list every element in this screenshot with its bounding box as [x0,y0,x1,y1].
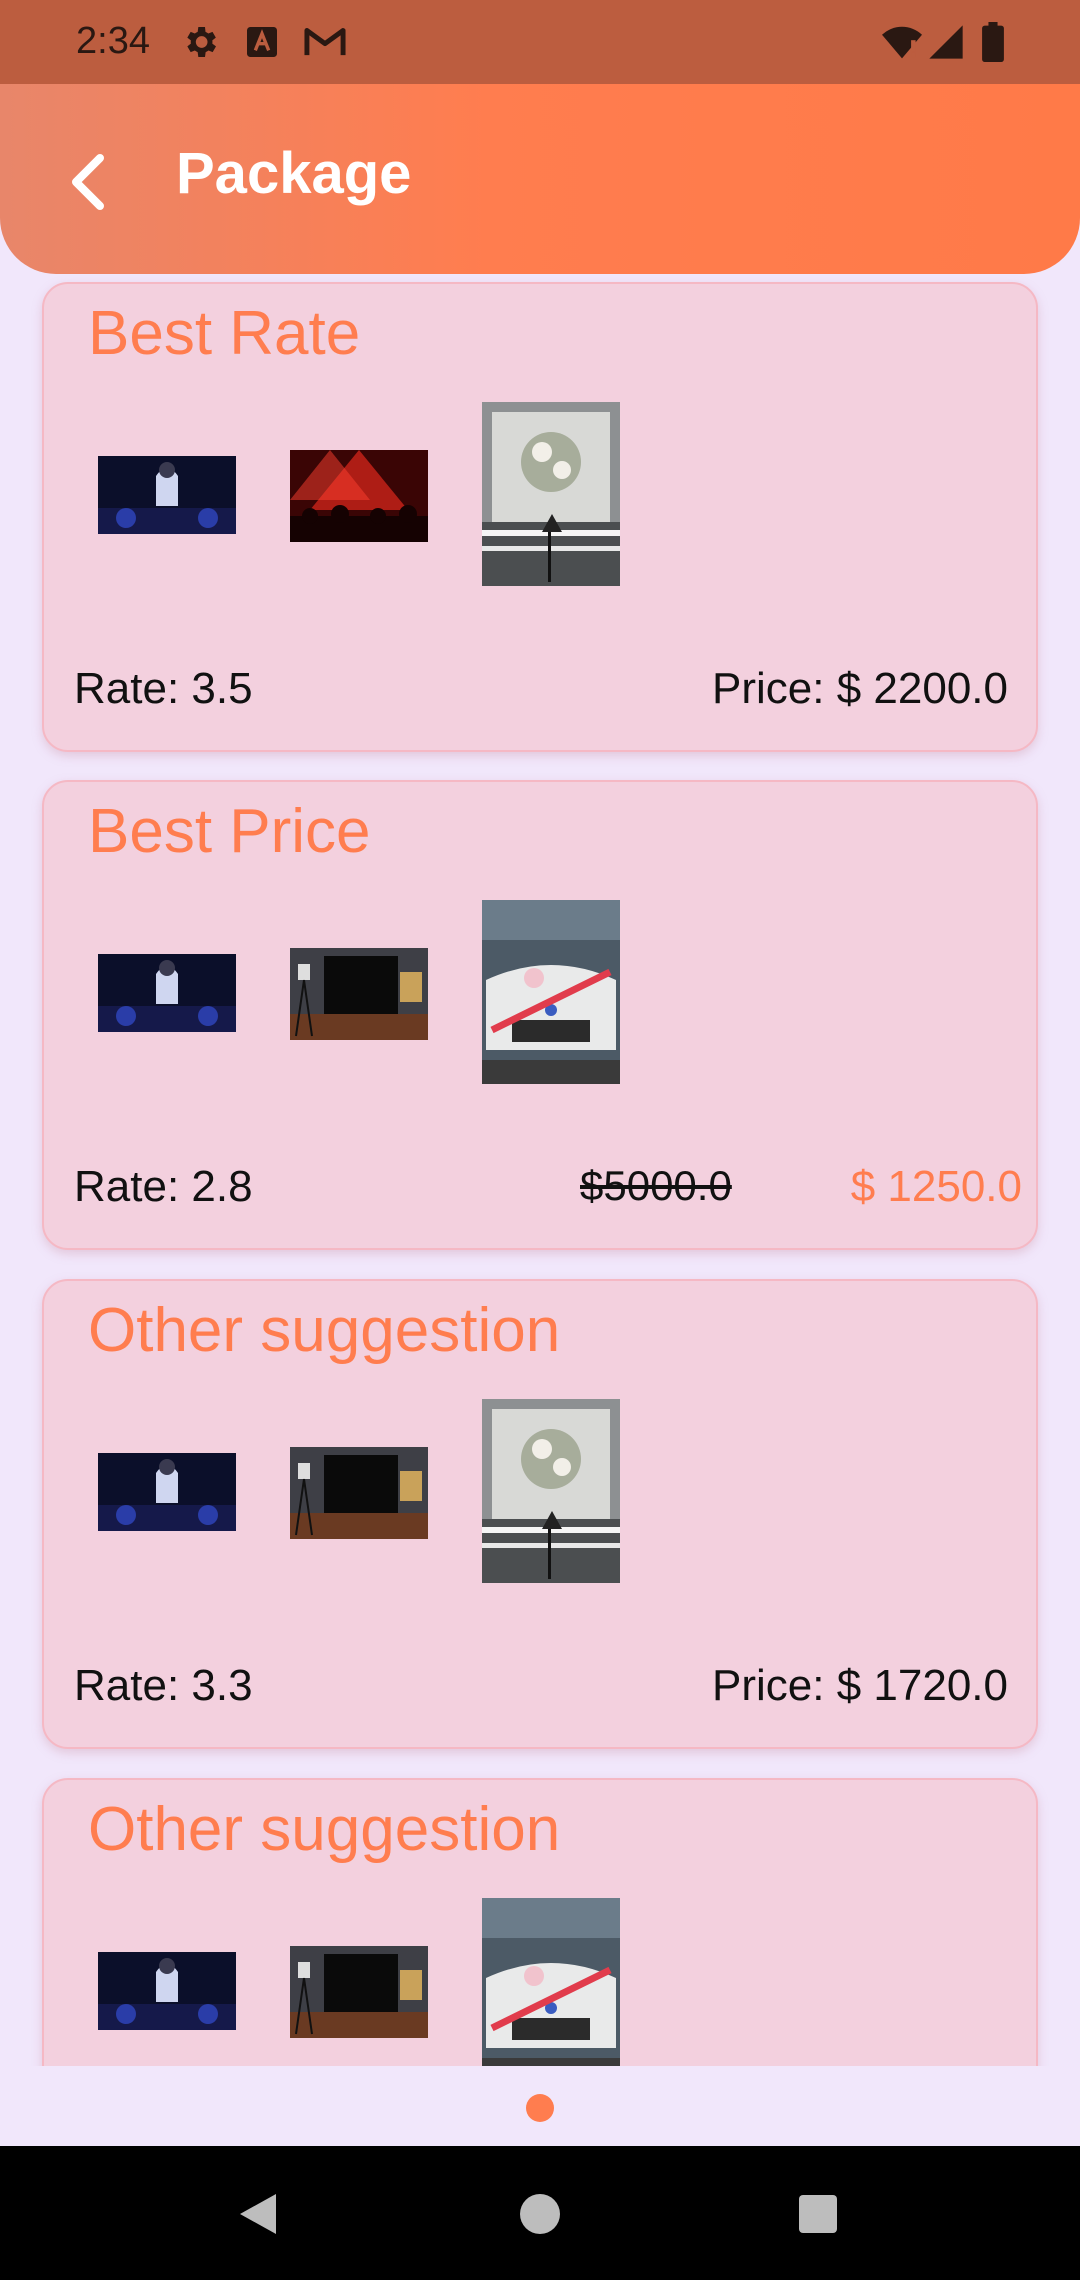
signal-icon [926,22,966,62]
card-price: Price: $ 1720.0 [712,1661,1008,1710]
nav-back-button[interactable] [228,2186,288,2246]
dj-image[interactable] [98,1952,236,2030]
card-rate: Rate: 3.3 [74,1661,253,1710]
discounted-price: $ 1250.0 [850,1162,1022,1211]
dj-image[interactable] [98,456,236,534]
card-title: Best Rate [88,299,361,368]
triangle-back-icon [236,2190,280,2243]
package-card[interactable]: Best Rate Rate: 3.5 Price: $ 2200.0 [42,282,1038,752]
chevron-left-icon [66,152,110,217]
studio-image[interactable] [290,1447,428,1539]
nav-recents-button[interactable] [788,2186,848,2246]
wedding-decor-image[interactable] [482,1399,620,1583]
package-card[interactable]: Best Price Rate: 2.8 $5000.0 $ 1250.0 [42,780,1038,1250]
package-list[interactable]: Best Rate Rate: 3.5 Price: $ 2200.0 Best… [0,274,1080,2066]
a-box-icon [242,22,282,62]
package-card[interactable]: Other suggestion Rate: 3.3 Price: $ 1720… [42,1279,1038,1749]
status-bar: 2:34 [0,0,1080,84]
card-rate: Rate: 2.8 [74,1162,253,1211]
card-title: Other suggestion [88,1296,561,1365]
back-button[interactable] [48,144,128,224]
original-price: $5000.0 [580,1162,732,1209]
card-price: Price: $ 2200.0 [712,664,1008,713]
system-nav-bar [0,2146,1080,2280]
nav-home-button[interactable] [510,2186,570,2246]
wedding-decor-image[interactable] [482,402,620,586]
page-dot-active[interactable] [526,2094,554,2122]
circle-home-icon [518,2192,562,2241]
app-bar: Package [0,84,1080,274]
wedding-car-image[interactable] [482,1898,620,2066]
wifi-icon [880,22,924,62]
settings-icon [180,22,220,62]
dj-image[interactable] [98,1453,236,1531]
package-card[interactable]: Other suggestion [42,1778,1038,2066]
page-indicator [0,2066,1080,2146]
status-time: 2:34 [76,20,150,62]
wedding-car-image[interactable] [482,900,620,1084]
gmail-icon [302,22,348,62]
concert-image[interactable] [290,450,428,542]
studio-image[interactable] [290,948,428,1040]
square-recents-icon [797,2193,839,2240]
battery-icon [980,22,1006,62]
card-title: Other suggestion [88,1795,561,1864]
card-title: Best Price [88,797,371,866]
dj-image[interactable] [98,954,236,1032]
card-rate: Rate: 3.5 [74,664,253,713]
page-title: Package [176,141,412,206]
studio-image[interactable] [290,1946,428,2038]
